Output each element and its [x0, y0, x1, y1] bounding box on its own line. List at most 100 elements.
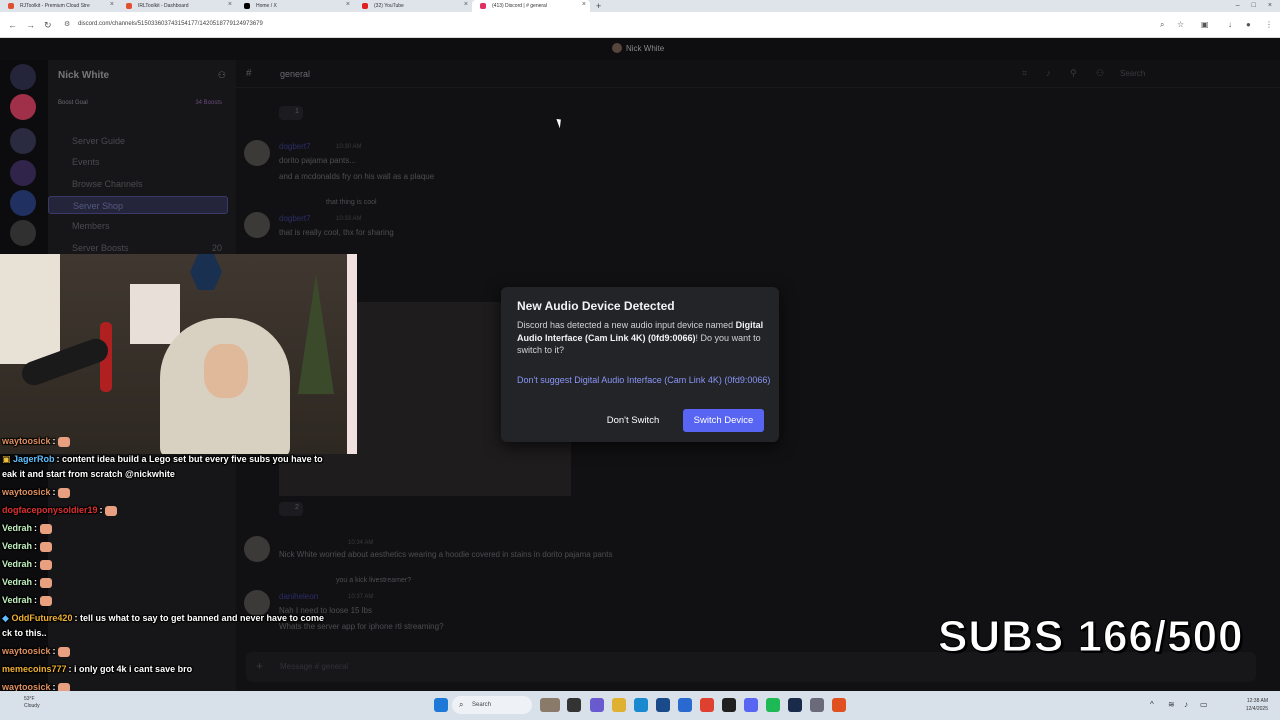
window-controls: – □ × [1236, 0, 1272, 12]
close-icon[interactable]: × [228, 1, 232, 8]
task-view-icon[interactable] [567, 698, 581, 712]
webcam-lamp [0, 254, 60, 364]
browser-tab[interactable]: (32) YouTube × [354, 0, 472, 12]
brave-icon[interactable] [832, 698, 846, 712]
browser-tab-active[interactable]: (413) Discord | # general × [472, 0, 590, 12]
zoom-icon[interactable]: ⌕ [1160, 20, 1164, 30]
webcam-overlay [0, 254, 357, 454]
tab-favicon [244, 3, 250, 9]
widgets-icon[interactable] [540, 698, 560, 712]
sidebar-item-browse-channels[interactable]: Browse Channels [58, 179, 143, 189]
reload-icon[interactable]: ↻ [44, 20, 52, 31]
server-icon[interactable] [10, 220, 36, 246]
sidebar-item-events[interactable]: Events [58, 157, 100, 167]
bookmark-star-icon[interactable]: ☆ [1177, 20, 1184, 29]
profile-icon[interactable]: ● [1246, 20, 1251, 29]
back-icon[interactable]: ← [8, 20, 17, 30]
server-icon[interactable] [10, 94, 36, 120]
boost-goal-bar[interactable]: Boost Goal 34 Boosts [48, 100, 226, 112]
downloads-icon[interactable]: ↓ [1228, 20, 1232, 29]
threads-icon[interactable]: ⌗ [1022, 68, 1027, 79]
emote-icon [58, 646, 71, 657]
edge-icon[interactable] [634, 698, 648, 712]
extensions-icon[interactable]: ▣ [1201, 20, 1209, 29]
discord-icon[interactable] [744, 698, 758, 712]
members-icon[interactable]: ⚇ [1096, 68, 1104, 79]
chat-line: ▣ JagerRob: content idea build a Lego se… [2, 454, 323, 464]
browser-tab[interactable]: Home / X × [236, 0, 354, 12]
mail-icon[interactable] [678, 698, 692, 712]
new-tab-button[interactable]: + [596, 1, 601, 11]
windows-start-icon[interactable] [434, 698, 448, 712]
sidebar-item-server-guide[interactable]: Server Guide [58, 136, 125, 146]
file-explorer-icon[interactable] [612, 698, 626, 712]
menu-icon[interactable]: ⋮ [1265, 20, 1273, 29]
forward-icon[interactable]: → [26, 20, 35, 30]
minimize-icon[interactable]: – [1236, 0, 1240, 12]
chat-line: Vedrah: [2, 541, 52, 552]
tray-chevron-icon[interactable]: ^ [1150, 700, 1154, 709]
emote-icon [39, 595, 52, 606]
window-title: Nick White [626, 44, 665, 53]
message-author[interactable]: dogbert7 [279, 214, 311, 223]
taskbar: 53°F Cloudy ⌕ Search ^ ≋ ♪ ▭ 12:38 AM 12/… [0, 691, 1280, 720]
dm-home-icon[interactable] [10, 64, 36, 90]
chat-line: waytoosick: [2, 436, 71, 447]
close-icon[interactable]: × [110, 1, 114, 8]
site-info-icon[interactable]: ⚙ [64, 20, 70, 28]
address-bar-row: ← → ↻ ⚙ discord.com/channels/51503360374… [0, 12, 1280, 38]
taskbar-search[interactable]: ⌕ Search [452, 696, 532, 714]
message-timestamp: 10:33 AM [336, 216, 362, 222]
steam-icon[interactable] [788, 698, 802, 712]
copilot-icon[interactable] [590, 698, 604, 712]
message-text: dorito pajama pants... [279, 156, 356, 165]
sidebar-item-server-shop[interactable]: Server Shop [48, 196, 228, 214]
audio-device-modal: New Audio Device Detected Discord has de… [501, 287, 779, 442]
spotify-icon[interactable] [766, 698, 780, 712]
search-input[interactable]: Search [1120, 69, 1145, 78]
tab-favicon [126, 3, 132, 9]
tab-favicon [480, 3, 486, 9]
url-text[interactable]: discord.com/channels/515033603743154177/… [78, 21, 263, 27]
bell-icon[interactable]: ♪ [1046, 68, 1051, 78]
avatar [612, 43, 622, 53]
server-icon[interactable] [10, 160, 36, 186]
battery-icon[interactable]: ▭ [1200, 700, 1208, 709]
webcam-face [204, 344, 248, 398]
pin-icon[interactable]: ⚲ [1070, 68, 1077, 79]
sidebar-item-server-boosts[interactable]: Server Boosts 20 [58, 243, 228, 253]
invite-icon[interactable]: ⚇ [218, 70, 226, 81]
maximize-icon[interactable]: □ [1252, 0, 1256, 12]
obs-icon[interactable] [722, 698, 736, 712]
server-icon[interactable] [10, 190, 36, 216]
volume-icon[interactable]: ♪ [1184, 700, 1188, 709]
clock[interactable]: 12:38 AM 12/4/2025 [1246, 697, 1268, 713]
reply-preview[interactable]: that thing is cool [326, 199, 377, 206]
emote-icon [39, 523, 52, 534]
settings-icon[interactable] [810, 698, 824, 712]
close-icon[interactable]: × [582, 1, 586, 8]
badge-icon: ◆ [2, 613, 9, 623]
weather-widget[interactable]: 53°F Cloudy [24, 696, 40, 710]
reaction-chip[interactable]: 1 [279, 106, 303, 120]
emote-icon [39, 559, 52, 570]
server-name[interactable]: Nick White [58, 70, 109, 81]
sidebar-item-members[interactable]: Members [58, 221, 110, 231]
dont-switch-button[interactable]: Don't Switch [597, 409, 669, 432]
close-window-icon[interactable]: × [1268, 0, 1272, 12]
close-icon[interactable]: × [464, 1, 468, 8]
store-icon[interactable] [656, 698, 670, 712]
chat-line: dogfaceponysoldier19: [2, 505, 118, 516]
dont-suggest-link[interactable]: Don't suggest Digital Audio Interface (C… [517, 375, 773, 385]
message-text: that is really cool, thx for sharing [279, 228, 394, 237]
wifi-icon[interactable]: ≋ [1168, 700, 1175, 709]
switch-device-button[interactable]: Switch Device [683, 409, 764, 432]
close-icon[interactable]: × [346, 1, 350, 8]
chrome-icon[interactable] [700, 698, 714, 712]
browser-tab[interactable]: RJToolkit - Premium Cloud Stre × [0, 0, 118, 12]
message-author[interactable]: dogbert7 [279, 142, 311, 151]
avatar[interactable] [244, 212, 270, 238]
avatar[interactable] [244, 140, 270, 166]
server-icon[interactable] [10, 128, 36, 154]
browser-tab[interactable]: IRLToolkit - Dashboard × [118, 0, 236, 12]
